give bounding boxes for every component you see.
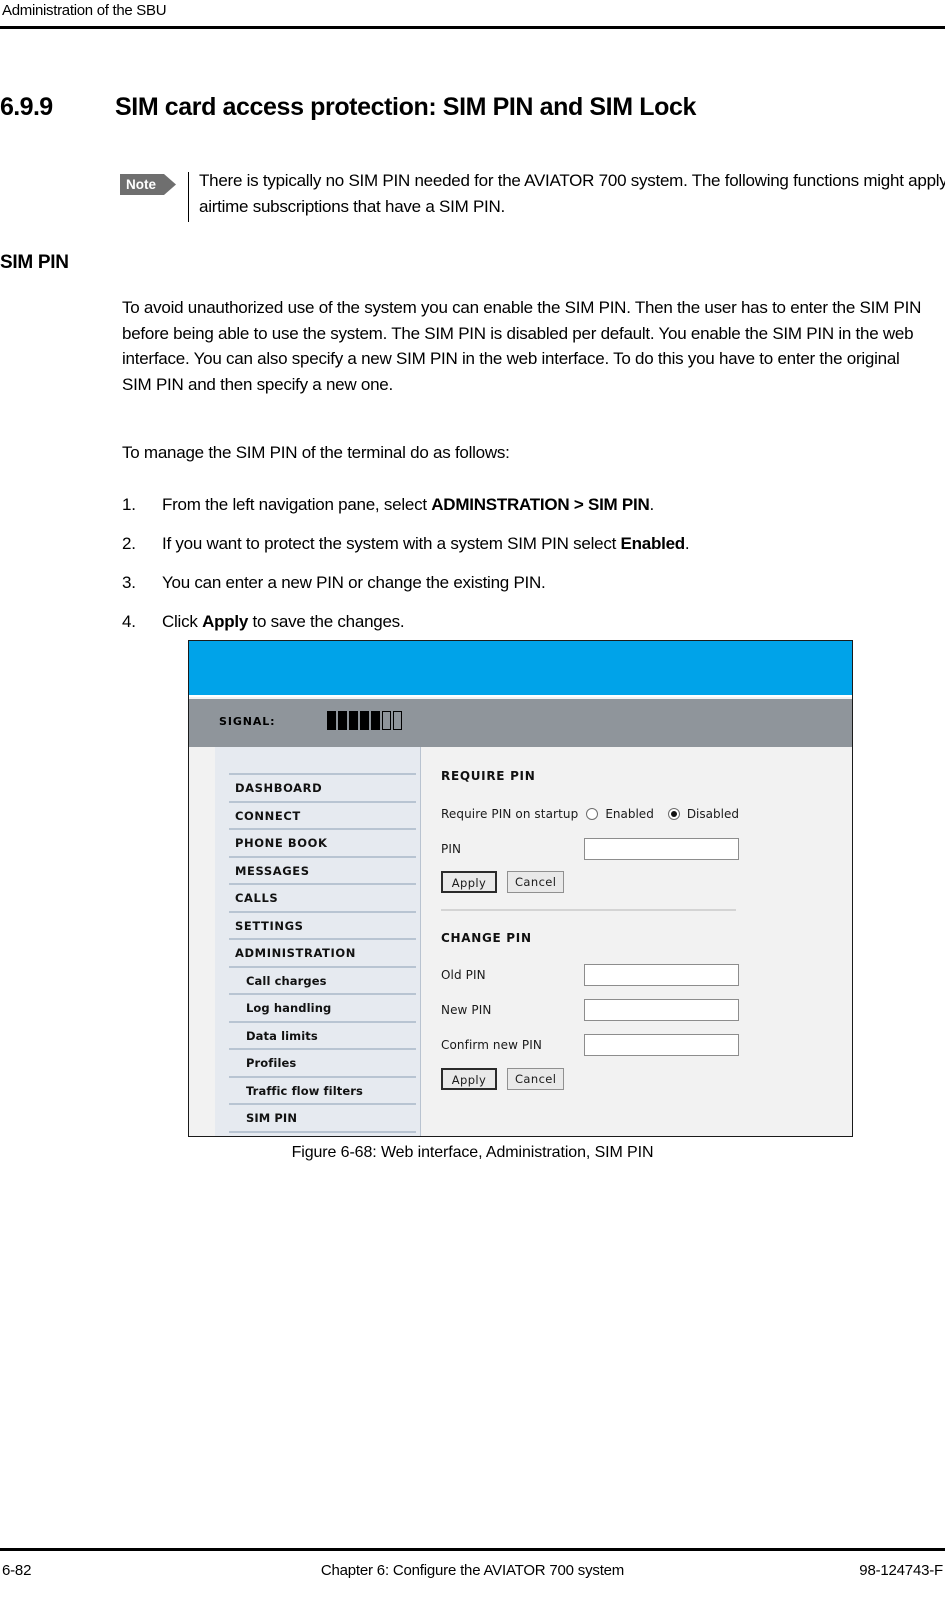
note-body-text: There is typically no SIM PIN needed for… bbox=[199, 171, 945, 216]
signal-strength-indicator bbox=[327, 711, 402, 730]
sidebar-item-administration[interactable]: ADMINISTRATION bbox=[229, 940, 416, 968]
signal-label: SIGNAL: bbox=[219, 715, 276, 728]
signal-bar-segment bbox=[360, 711, 369, 730]
web-ui-brand-bar bbox=[189, 641, 852, 697]
require-pin-on-startup-row: Require PIN on startup Enabled Disabled bbox=[441, 799, 852, 828]
require-pin-apply-button[interactable]: Apply bbox=[441, 871, 497, 893]
old-pin-input[interactable] bbox=[584, 964, 739, 986]
sidebar-item-phone-book[interactable]: PHONE BOOK bbox=[229, 830, 416, 858]
step-text-post: to save the changes. bbox=[248, 612, 405, 631]
new-pin-row: New PIN bbox=[441, 996, 852, 1025]
footer-document-number: 98-124743-F bbox=[859, 1562, 943, 1579]
signal-bar-segment bbox=[371, 711, 380, 730]
sidebar-item-messages[interactable]: MESSAGES bbox=[229, 857, 416, 885]
paragraph-procedure-lead: To manage the SIM PIN of the terminal do… bbox=[122, 443, 510, 462]
section-title-text: SIM card access protection: SIM PIN and … bbox=[115, 93, 696, 121]
step-text-post: . bbox=[649, 495, 655, 514]
signal-bar-segment bbox=[349, 711, 358, 730]
step-number: 4. bbox=[122, 612, 136, 631]
sidebar-item-call-charges[interactable]: Call charges bbox=[229, 967, 416, 995]
require-pin-cancel-button[interactable]: Cancel bbox=[507, 871, 565, 893]
step-text-emphasis: Enabled bbox=[620, 534, 686, 553]
sidebar-item-log-handling[interactable]: Log handling bbox=[229, 995, 416, 1023]
require-pin-button-row: Apply Cancel bbox=[441, 871, 852, 893]
sidebar-item-dashboard[interactable]: DASHBOARD bbox=[229, 775, 416, 803]
radio-disabled[interactable] bbox=[667, 807, 680, 820]
require-pin-radio-group: Enabled Disabled bbox=[586, 807, 753, 821]
paragraph-intro: To avoid unauthorized use of the system … bbox=[122, 298, 922, 394]
sidebar-item-traffic-flow-filters[interactable]: Traffic flow filters bbox=[229, 1077, 416, 1105]
signal-bar-segment bbox=[338, 711, 347, 730]
step-text: You can enter a new PIN or change the ex… bbox=[162, 570, 932, 595]
step-text: Click Apply to save the changes. bbox=[162, 609, 932, 634]
footer-divider-rule bbox=[0, 1548, 945, 1551]
section-number: 6.9.9 bbox=[0, 93, 53, 121]
step-number: 3. bbox=[122, 573, 136, 592]
running-head-text: Administration of the SBU bbox=[2, 2, 167, 19]
new-pin-input[interactable] bbox=[584, 999, 739, 1021]
old-pin-row: Old PIN bbox=[441, 961, 852, 990]
signal-bar-segment bbox=[393, 711, 402, 730]
radio-enabled-label: Enabled bbox=[605, 806, 654, 821]
footer-chapter-text: Chapter 6: Configure the AVIATOR 700 sys… bbox=[320, 1562, 625, 1579]
list-item: 3. You can enter a new PIN or change the… bbox=[122, 570, 932, 595]
section-heading: 6.9.9 SIM card access protection: SIM PI… bbox=[0, 93, 945, 127]
sidebar-item-calls[interactable]: CALLS bbox=[229, 885, 416, 913]
old-pin-label: Old PIN bbox=[441, 968, 486, 982]
form-section-divider bbox=[441, 909, 736, 911]
pin-label: PIN bbox=[441, 841, 462, 856]
web-ui-navigation-pane: DASHBOARD CONNECT PHONE BOOK MESSAGES CA… bbox=[215, 747, 421, 1136]
note-vertical-rule bbox=[188, 172, 189, 222]
header-divider-rule bbox=[0, 26, 945, 29]
page-footer: 6-82 Chapter 6: Configure the AVIATOR 70… bbox=[0, 1562, 945, 1590]
step-text-pre: If you want to protect the system with a… bbox=[162, 534, 621, 553]
sidebar-item-sim-pin[interactable]: SIM PIN bbox=[229, 1105, 416, 1133]
confirm-new-pin-row: Confirm new PIN bbox=[441, 1031, 852, 1060]
procedure-step-list: 1. From the left navigation pane, select… bbox=[122, 492, 932, 648]
change-pin-apply-button[interactable]: Apply bbox=[441, 1067, 497, 1090]
web-ui-status-bar: SIGNAL: bbox=[189, 699, 852, 747]
change-pin-button-row: Apply Cancel bbox=[441, 1067, 852, 1090]
sidebar-item-profiles[interactable]: Profiles bbox=[229, 1050, 416, 1078]
require-pin-heading: REQUIRE PIN bbox=[441, 769, 536, 783]
pin-field-row: PIN bbox=[441, 834, 852, 863]
change-pin-heading: CHANGE PIN bbox=[441, 930, 532, 945]
web-ui-content-pane: REQUIRE PIN Require PIN on startup Enabl… bbox=[421, 747, 852, 1136]
sidebar-item-connect[interactable]: CONNECT bbox=[229, 802, 416, 830]
step-text-post: . bbox=[684, 534, 690, 553]
step-text-emphasis: ADMINSTRATION > SIM PIN bbox=[431, 495, 650, 514]
figure-web-interface-screenshot: SIGNAL: DASHBOARD CONNECT PHONE BOOK MES… bbox=[188, 640, 853, 1137]
step-text-pre: Click bbox=[162, 612, 203, 631]
new-pin-label: New PIN bbox=[441, 1003, 492, 1017]
step-number: 2. bbox=[122, 534, 136, 553]
figure-caption: Figure 6-68: Web interface, Administrati… bbox=[291, 1144, 654, 1161]
nav-pane-top-spacer bbox=[229, 747, 416, 775]
sidebar-item-data-limits[interactable]: Data limits bbox=[229, 1022, 416, 1050]
list-item: 2. If you want to protect the system wit… bbox=[122, 531, 932, 556]
change-pin-cancel-button[interactable]: Cancel bbox=[507, 1067, 565, 1090]
signal-bar-segment bbox=[327, 711, 336, 730]
step-text-pre: From the left navigation pane, select bbox=[162, 495, 432, 514]
confirm-new-pin-label: Confirm new PIN bbox=[441, 1038, 542, 1052]
sidebar-item-settings[interactable]: SETTINGS bbox=[229, 912, 416, 940]
signal-bar-segment bbox=[382, 711, 391, 730]
step-text-emphasis: Apply bbox=[202, 612, 249, 631]
radio-enabled[interactable] bbox=[586, 807, 599, 820]
require-pin-on-startup-label: Require PIN on startup bbox=[441, 806, 579, 821]
step-text: From the left navigation pane, select AD… bbox=[162, 492, 932, 517]
step-number: 1. bbox=[122, 495, 136, 514]
radio-disabled-label: Disabled bbox=[686, 806, 739, 821]
list-item: 4. Click Apply to save the changes. bbox=[122, 609, 932, 634]
page-running-header: Administration of the SBU bbox=[0, 0, 945, 34]
step-text-pre: You can enter a new PIN or change the ex… bbox=[162, 573, 546, 592]
note-badge: Note bbox=[120, 174, 176, 195]
pin-input[interactable] bbox=[584, 837, 739, 860]
list-item: 1. From the left navigation pane, select… bbox=[122, 492, 932, 517]
subsection-heading: SIM PIN bbox=[0, 252, 69, 273]
confirm-new-pin-input[interactable] bbox=[584, 1034, 739, 1056]
step-text: If you want to protect the system with a… bbox=[162, 531, 932, 556]
